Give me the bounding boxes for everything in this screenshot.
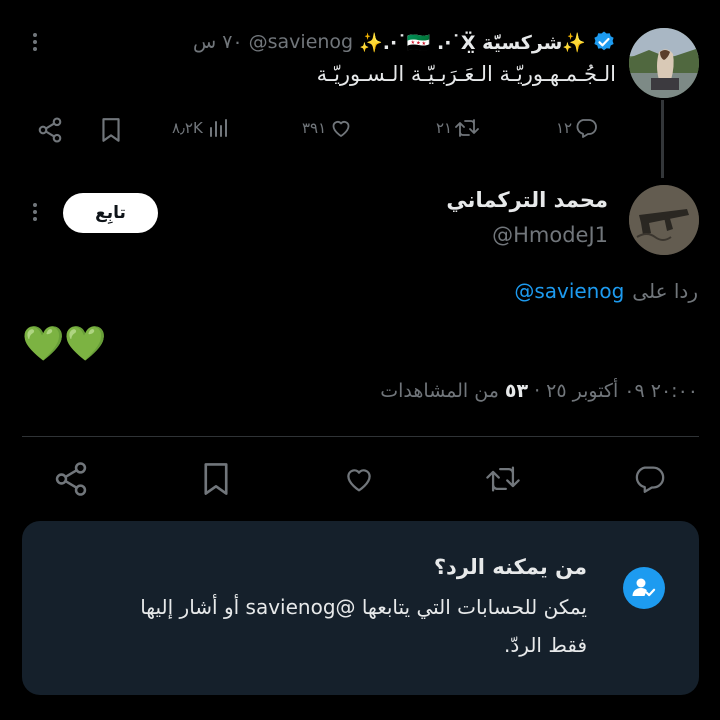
reply-handle[interactable]: @HmodeJ1 [492, 223, 608, 247]
share-icon [36, 116, 64, 144]
reply-icon [574, 116, 598, 140]
parent-more-dots-icon[interactable] [23, 28, 47, 56]
heart-icon [341, 462, 377, 496]
parent-reply-count: ١٢ [556, 119, 573, 137]
reply-retweet-button[interactable] [484, 462, 522, 496]
parent-reply-button[interactable]: ١٢ [556, 116, 598, 140]
reply-timestamp[interactable]: ٢٠:٠٠ ٠٩ أكتوبر ٢٥ [546, 380, 698, 402]
parent-views-count: ٨٫٢K [172, 119, 203, 137]
replying-to-prefix: ردا على [632, 279, 698, 303]
parent-bookmark-button[interactable] [98, 116, 124, 144]
share-icon [52, 460, 90, 498]
parent-handle[interactable]: @savienog [249, 31, 353, 53]
reply-display-name[interactable]: محمد التركماني [446, 188, 608, 212]
reply-views-label: من المشاهدات [380, 380, 499, 402]
parent-header: ٧٠ س @savienog ✨شركسيّة 🇸🇾 .·˙Ẍ̤˙·.✨ [193, 28, 616, 56]
verified-badge-icon [592, 30, 616, 54]
parent-share-button[interactable] [36, 116, 64, 144]
parent-time[interactable]: ٧٠ س [193, 31, 243, 53]
reply-bookmark-button[interactable] [198, 460, 234, 498]
reply-restriction-card: من يمكنه الرد؟ يمكن للحسابات التي يتابعه… [22, 521, 699, 695]
parent-tweet-text: الـجُـمـهـوريّـة الـعَـرَبـيّـة الـسـوري… [316, 62, 616, 86]
reply-restriction-title: من يمكنه الرد؟ [433, 555, 587, 579]
parent-avatar[interactable] [629, 28, 699, 98]
reply-restriction-body-line1: يمكن للحسابات التي يتابعها @savienog أو … [140, 595, 587, 619]
parent-like-button[interactable]: ٣٩١ [302, 116, 354, 140]
parent-retweet-count: ٢١ [436, 119, 453, 137]
retweet-icon [454, 116, 480, 140]
retweet-icon [484, 462, 522, 496]
parent-like-count: ٣٩١ [302, 119, 327, 137]
reply-more-dots-icon[interactable] [23, 198, 47, 226]
reply-tweet-text: 💚💚 [22, 324, 107, 364]
reply-reply-button[interactable] [632, 462, 666, 496]
analytics-icon [205, 116, 231, 140]
parent-views-button[interactable]: ٨٫٢K [172, 116, 231, 140]
bookmark-icon [98, 116, 124, 144]
divider-top [22, 436, 699, 437]
reply-avatar[interactable] [629, 185, 699, 255]
reply-icon [632, 462, 666, 496]
thread-connector-line [661, 100, 664, 178]
meta-separator: · [534, 380, 541, 402]
replying-to-link[interactable]: @savienog [514, 279, 624, 303]
parent-display-name[interactable]: ✨شركسيّة 🇸🇾 .·˙Ẍ̤˙·.✨ [359, 31, 586, 54]
bookmark-icon [198, 460, 234, 498]
reply-views-count: ٥٣ [504, 380, 529, 402]
person-check-icon [623, 567, 665, 609]
reply-like-button[interactable] [341, 462, 377, 496]
heart-icon [328, 116, 354, 140]
reply-restriction-body-line2: فقط الردّ. [504, 633, 587, 657]
reply-meta: ٢٠:٠٠ ٠٩ أكتوبر ٢٥ · ٥٣ من المشاهدات [380, 380, 698, 402]
follow-button[interactable]: تابِع [63, 193, 158, 233]
replying-to-line: ردا على @savienog [514, 279, 698, 303]
reply-share-button[interactable] [52, 460, 90, 498]
parent-retweet-button[interactable]: ٢١ [436, 116, 480, 140]
